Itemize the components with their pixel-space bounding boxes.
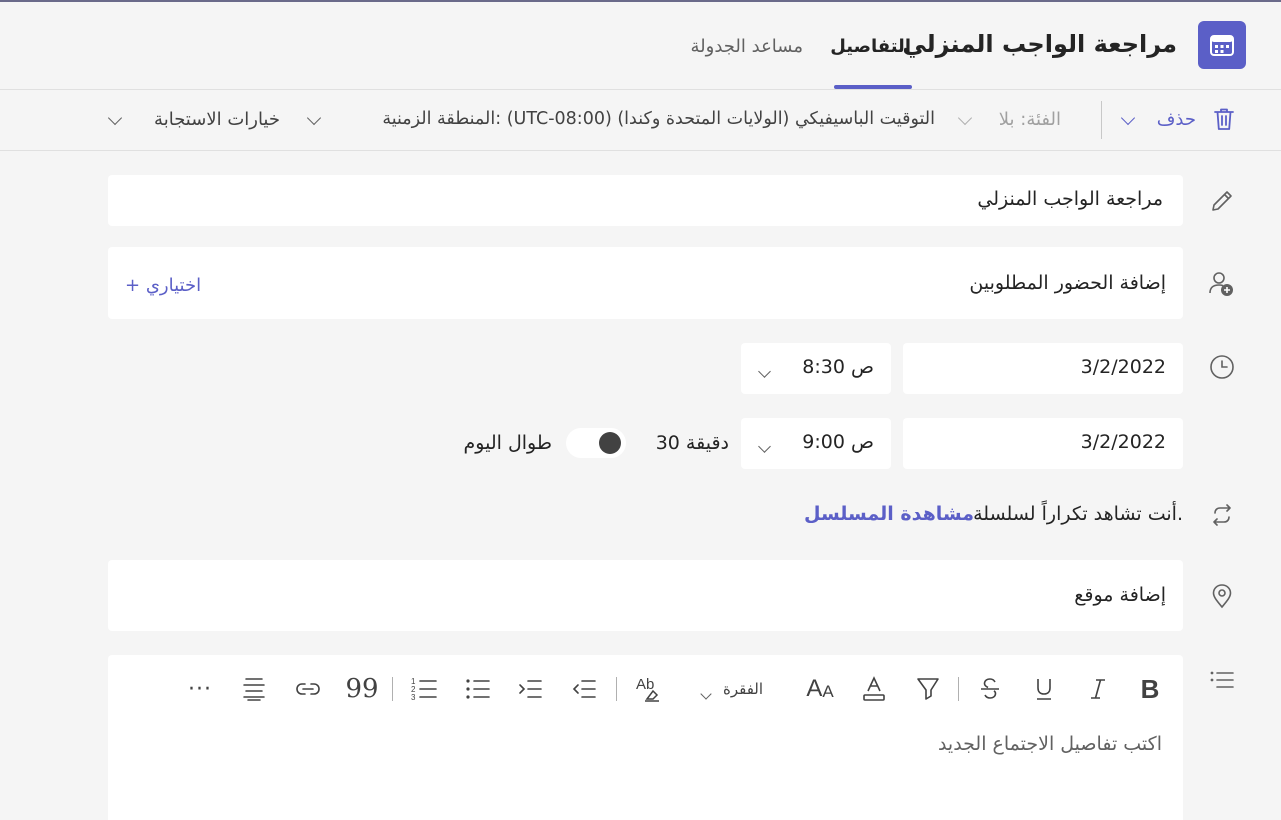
trash-icon[interactable] — [1213, 107, 1235, 131]
more-options-icon[interactable]: ··· — [186, 674, 214, 704]
timezone-chevron-down-icon[interactable] — [306, 110, 322, 126]
format-divider — [616, 677, 617, 701]
toolbar: حذف الفئة: بلا المنطقة الزمنية: (UTC-08:… — [0, 91, 1281, 151]
underline-icon[interactable] — [1030, 674, 1058, 704]
duration-label: 30 دقيقة — [655, 432, 729, 454]
recurrence-text: أنت تشاهد تكراراً لسلسلة. — [973, 503, 1183, 525]
end-time-value: 9:00 ص — [802, 431, 874, 453]
view-series-link[interactable]: مشاهدة المسلسل — [804, 503, 974, 525]
all-day-toggle-knob — [599, 432, 621, 454]
link-icon[interactable] — [294, 674, 322, 704]
add-person-icon — [1207, 270, 1235, 298]
title-input-value: مراجعة الواجب المنزلي — [977, 188, 1163, 210]
calendar-icon — [1198, 21, 1246, 69]
font-color-icon[interactable] — [860, 674, 888, 704]
end-time-picker[interactable]: 9:00 ص — [741, 418, 891, 469]
details-placeholder: اكتب تفاصيل الاجتماع الجديد — [937, 733, 1162, 755]
start-time-value: 8:30 ص — [802, 356, 874, 378]
increase-indent-icon[interactable] — [516, 674, 544, 704]
title-field[interactable]: مراجعة الواجب المنزلي — [108, 175, 1183, 226]
align-center-icon[interactable] — [240, 674, 268, 704]
start-date-picker[interactable]: 3/2/2022 — [903, 343, 1183, 394]
svg-text:Ab: Ab — [636, 676, 654, 693]
toolbar-divider — [1101, 101, 1102, 139]
clear-formatting-icon[interactable]: Ab — [635, 674, 663, 704]
location-field[interactable]: إضافة موقع — [108, 560, 1183, 631]
response-options-dropdown[interactable]: خيارات الاستجابة — [154, 109, 280, 130]
paragraph-style-dropdown[interactable]: الفقرة — [720, 674, 766, 704]
highlight-icon[interactable] — [914, 674, 942, 704]
category-dropdown[interactable]: الفئة: بلا — [999, 109, 1061, 130]
details-list-icon — [1208, 666, 1236, 694]
location-pin-icon — [1208, 582, 1236, 610]
all-day-toggle[interactable] — [566, 428, 626, 458]
all-day-label: طوال اليوم — [463, 432, 552, 454]
optional-attendees-button[interactable]: + اختياري — [125, 275, 201, 296]
format-divider — [958, 677, 959, 701]
start-date-value: 3/2/2022 — [1080, 356, 1166, 378]
delete-chevron-down-icon[interactable] — [1120, 110, 1136, 126]
end-date-picker[interactable]: 3/2/2022 — [903, 418, 1183, 469]
start-time-chevron-down-icon — [758, 361, 771, 380]
bullet-list-icon[interactable] — [464, 674, 492, 704]
strikethrough-icon[interactable] — [976, 674, 1004, 704]
end-time-chevron-down-icon — [758, 436, 771, 455]
attendees-placeholder: إضافة الحضور المطلوبين — [969, 272, 1166, 294]
italic-icon[interactable] — [1084, 674, 1112, 704]
bold-icon[interactable]: B — [1136, 674, 1164, 704]
font-size-icon[interactable]: AA — [803, 674, 837, 704]
timezone-dropdown[interactable]: المنطقة الزمنية: (UTC-08:00) التوقيت الب… — [382, 109, 935, 129]
decrease-indent-icon[interactable] — [570, 674, 598, 704]
pencil-icon — [1208, 187, 1236, 215]
attendees-field[interactable]: إضافة الحضور المطلوبين + اختياري — [108, 247, 1183, 319]
tab-scheduling-assistant[interactable]: مساعد الجدولة — [691, 36, 803, 57]
end-date-value: 3/2/2022 — [1080, 431, 1166, 453]
location-placeholder: إضافة موقع — [1074, 584, 1166, 606]
paragraph-chevron-down-icon[interactable] — [700, 683, 712, 702]
start-time-picker[interactable]: 8:30 ص — [741, 343, 891, 394]
numbered-list-icon[interactable]: 123 — [410, 674, 438, 704]
page-title: مراجعة الواجب المنزلي — [902, 30, 1177, 58]
quote-icon[interactable]: 99 — [345, 674, 378, 704]
tab-details[interactable]: التفاصيل — [830, 36, 911, 57]
clock-icon — [1208, 353, 1236, 381]
repeat-icon — [1208, 501, 1236, 529]
response-options-chevron-down-icon[interactable] — [107, 110, 123, 126]
delete-button[interactable]: حذف — [1157, 109, 1196, 130]
tab-active-indicator — [834, 85, 912, 89]
format-divider — [392, 677, 393, 701]
category-chevron-down-icon[interactable] — [957, 110, 973, 126]
svg-text:3: 3 — [411, 693, 416, 702]
header: مراجعة الواجب المنزلي التفاصيل مساعد الج… — [0, 2, 1281, 90]
